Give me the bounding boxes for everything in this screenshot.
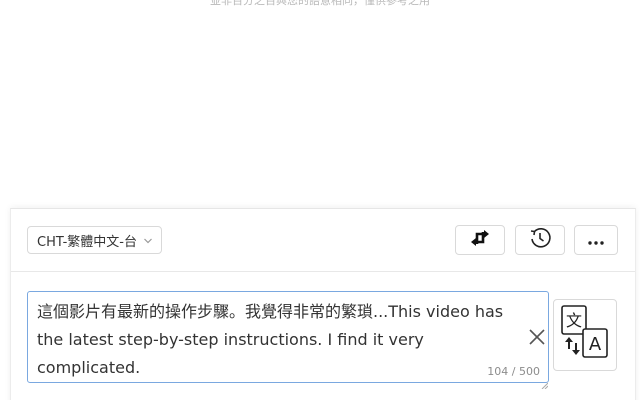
toolbar: CHT-繁體中文-台 — [11, 209, 635, 272]
more-options-button[interactable] — [574, 225, 618, 255]
resize-handle[interactable] — [540, 374, 549, 390]
swap-arrows-icon — [469, 227, 491, 253]
translate-button[interactable]: 文 A — [553, 299, 617, 371]
language-select-label: CHT-繁體中文-台 — [37, 234, 137, 250]
svg-text:A: A — [589, 334, 602, 355]
source-text-input[interactable]: 這個影片有最新的操作步驟。我覺得非常的繁瑣...This video has t… — [27, 291, 549, 390]
swap-language-button[interactable] — [455, 225, 505, 255]
page: 並非百分之百與您的語意相同，僅供參考之用 CHT-繁體中文-台 這個影片有最新的… — [0, 0, 640, 400]
translate-icon: 文 A — [559, 303, 611, 367]
chevron-down-icon — [143, 235, 153, 245]
character-counter: 104 / 500 — [487, 365, 540, 378]
svg-text:文: 文 — [566, 311, 582, 330]
disclaimer-text: 並非百分之百與您的語意相同，僅供參考之用 — [210, 0, 430, 7]
translation-panel: CHT-繁體中文-台 這個影片有最新的操作步驟。我覺得非常的繁瑣...This … — [10, 208, 636, 400]
clear-text-button[interactable] — [526, 326, 548, 348]
close-icon — [526, 329, 548, 352]
more-dots-icon — [587, 231, 605, 250]
history-button[interactable] — [515, 225, 565, 255]
history-icon — [528, 226, 552, 254]
source-text[interactable]: 這個影片有最新的操作步驟。我覺得非常的繁瑣...This video has t… — [37, 298, 517, 382]
language-select[interactable]: CHT-繁體中文-台 — [27, 226, 162, 254]
